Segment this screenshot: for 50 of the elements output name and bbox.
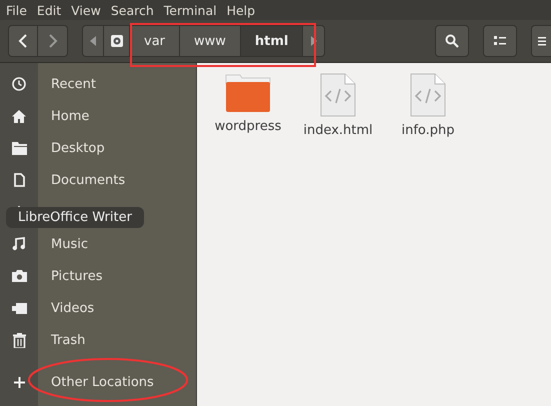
- music-note-icon: [12, 237, 26, 251]
- path-button[interactable]: html: [240, 25, 304, 57]
- menu-item[interactable]: Edit: [36, 2, 62, 18]
- video-camera-icon: [12, 302, 26, 314]
- path-button[interactable]: var: [130, 25, 180, 57]
- plus-icon: [14, 376, 24, 388]
- code-file-icon: [320, 73, 356, 117]
- folder-icon: [12, 142, 26, 154]
- folder-icon: [225, 73, 271, 113]
- forward-button[interactable]: [38, 25, 68, 57]
- menu-icon: [538, 36, 546, 46]
- chevron-right-icon: [48, 34, 58, 48]
- icon-view-item[interactable]: info.php: [389, 73, 467, 138]
- chevron-left-icon: [18, 34, 28, 48]
- document-icon: [14, 173, 24, 187]
- scroll-left-button[interactable]: [82, 25, 104, 57]
- path-button[interactable]: www: [180, 25, 241, 57]
- tooltip: LibreOffice Writer: [6, 207, 144, 228]
- menu-button[interactable]: [531, 25, 551, 57]
- list-icon: [494, 36, 506, 46]
- code-file-icon: [410, 73, 446, 117]
- drive-button[interactable]: [104, 25, 130, 57]
- scroll-right-button[interactable]: [303, 25, 326, 57]
- menu-item[interactable]: Terminal: [164, 2, 217, 18]
- sidebar-item[interactable]: Documents: [51, 172, 126, 188]
- house-icon: [12, 110, 26, 122]
- sidebar-item[interactable]: Desktop: [51, 140, 105, 156]
- camera-icon: [12, 270, 26, 282]
- menu-item[interactable]: View: [71, 2, 101, 18]
- list-view-button[interactable]: [483, 25, 517, 57]
- sidebar-item[interactable]: Pictures: [51, 268, 102, 284]
- menu-item[interactable]: Help: [226, 2, 256, 18]
- sidebar-item[interactable]: Trash: [51, 332, 86, 348]
- icon-view-item[interactable]: index.html: [299, 73, 377, 138]
- search-button[interactable]: [435, 25, 469, 57]
- search-icon: [445, 34, 459, 48]
- menu-item[interactable]: Search: [110, 2, 154, 18]
- icon-view-item[interactable]: wordpress: [209, 73, 287, 134]
- other-locations-item[interactable]: Other Locations: [0, 366, 196, 398]
- menu-item[interactable]: File: [6, 2, 27, 18]
- drive-icon: [110, 34, 124, 48]
- sidebar-item[interactable]: Home: [51, 108, 90, 124]
- trash-icon: [12, 332, 26, 348]
- sidebar-item[interactable]: Videos: [51, 300, 94, 316]
- triangle-right-icon: [310, 36, 317, 46]
- triangle-left-icon: [90, 36, 96, 46]
- back-button[interactable]: [8, 25, 38, 57]
- clock-icon: [12, 77, 26, 91]
- sidebar-item[interactable]: Recent: [51, 76, 96, 92]
- sidebar-item[interactable]: Music: [51, 236, 88, 252]
